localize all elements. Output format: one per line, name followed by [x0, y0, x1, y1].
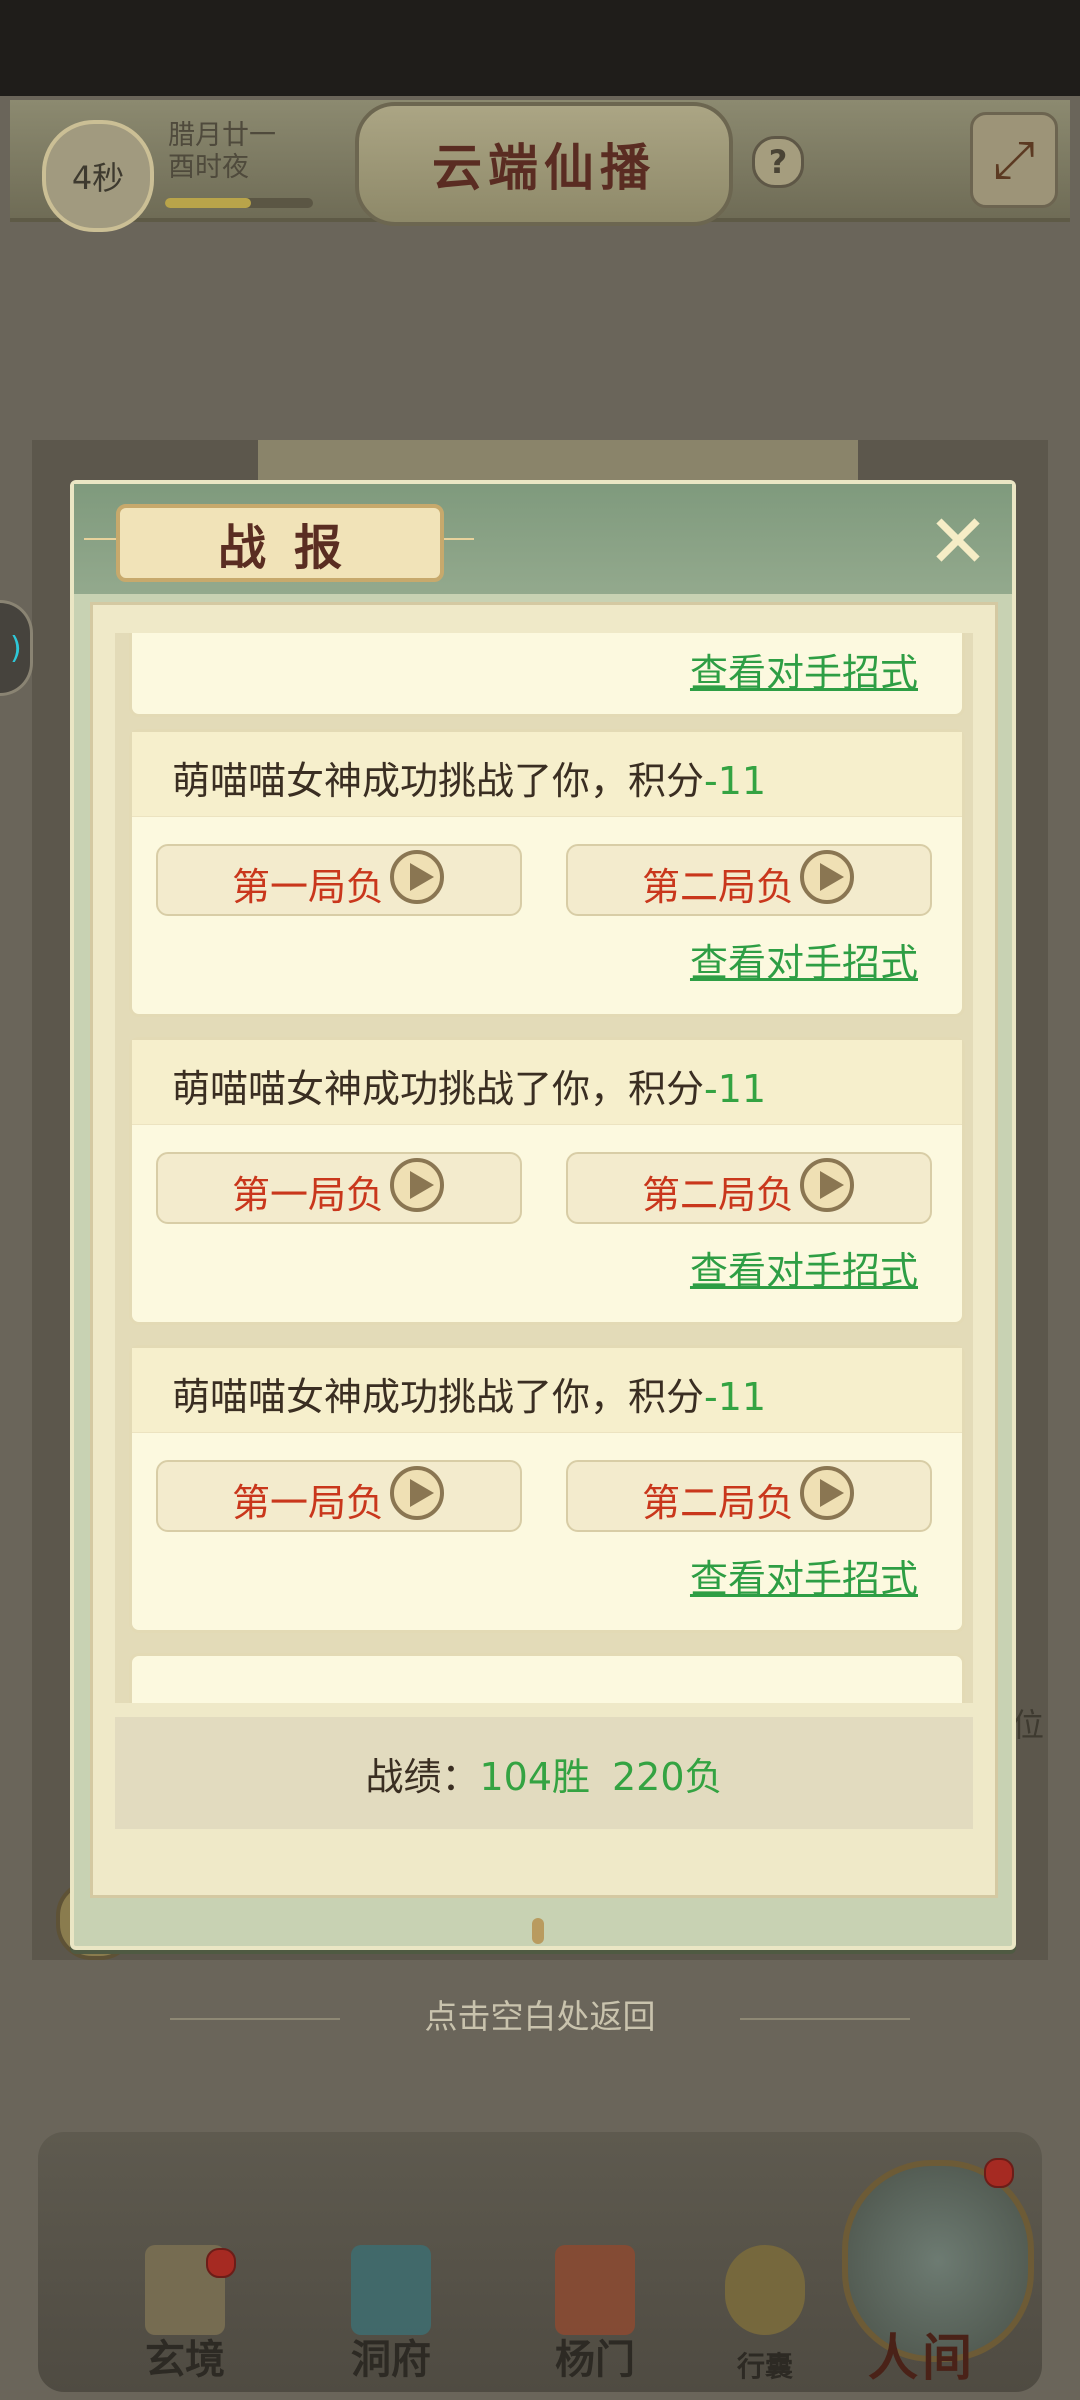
- view-opponent-moves-link[interactable]: 查看对手招式: [690, 932, 918, 987]
- report-text: 萌喵喵女神成功挑战了你，积分-11: [172, 1375, 767, 1419]
- play-icon: [390, 1466, 444, 1520]
- round-2-result: 第二局负: [642, 1481, 795, 1525]
- timer-badge: 4秒: [42, 120, 154, 232]
- play-icon: [800, 1466, 854, 1520]
- report-card: 萌喵喵女神成功挑战了你，积分-11 第一局负 第二局负 查看对手招式: [129, 729, 965, 1017]
- round-2-result: 第二局负: [642, 865, 795, 909]
- report-card: 萌喵喵女神成功挑战了你，积分-11 第一局负 第二局负 查看对手招式: [129, 1037, 965, 1325]
- dialog-body: 查看对手招式 萌喵喵女神成功挑战了你，积分-11 第一局负 第二局负 查看对手招…: [90, 602, 998, 1898]
- view-opponent-moves-link[interactable]: 查看对手招式: [690, 1548, 918, 1603]
- report-card-partial: [129, 1653, 965, 1703]
- tag-ornament: [84, 538, 118, 540]
- date-line-1: 腊月廿一: [168, 120, 276, 151]
- nav-item-yangmen[interactable]: 杨门: [530, 2245, 660, 2385]
- report-text: 萌喵喵女神成功挑战了你，积分-11: [172, 759, 767, 803]
- return-hint[interactable]: 点击空白处返回: [0, 1990, 1080, 2038]
- record-wins: 104胜: [479, 1754, 590, 1799]
- round-1-replay-button[interactable]: 第一局负: [156, 1460, 522, 1532]
- round-2-result: 第二局负: [642, 1173, 795, 1217]
- nav-label-main: 人间: [868, 2328, 976, 2387]
- play-icon: [800, 1158, 854, 1212]
- tag-ornament: [440, 538, 474, 540]
- round-1-replay-button[interactable]: 第一局负: [156, 844, 522, 916]
- notification-dot: [984, 2158, 1014, 2188]
- score-change: -11: [704, 1067, 767, 1111]
- view-opponent-moves-link[interactable]: 查看对手招式: [690, 642, 918, 697]
- nav-label: 杨门: [555, 2336, 635, 2383]
- score-change: -11: [704, 1375, 767, 1419]
- date-line-2: 酉时夜: [168, 152, 249, 183]
- time-progress-fill: [165, 198, 251, 208]
- report-text: 萌喵喵女神成功挑战了你，积分-11: [172, 1067, 767, 1111]
- view-opponent-moves-link[interactable]: 查看对手招式: [690, 1240, 918, 1295]
- report-card-header: 萌喵喵女神成功挑战了你，积分-11: [132, 732, 962, 817]
- round-1-result: 第一局负: [232, 1481, 385, 1525]
- nav-label: 洞府: [351, 2336, 431, 2383]
- game-date: 腊月廿一 酉时夜: [168, 120, 276, 184]
- nav-item-dongfu[interactable]: 洞府: [326, 2245, 456, 2385]
- report-card-header: 萌喵喵女神成功挑战了你，积分-11: [132, 1040, 962, 1125]
- pavilion-icon: [351, 2245, 431, 2335]
- nav-label: 行囊: [736, 2350, 793, 2383]
- record-losses: 220负: [612, 1754, 723, 1799]
- report-card-partial: 查看对手招式: [129, 633, 965, 717]
- battle-report-dialog: 战报 ✕ 查看对手招式 萌喵喵女神成功挑战了你，积分-11 第一局负 第二局负: [70, 480, 1016, 1950]
- round-2-replay-button[interactable]: 第二局负: [566, 844, 932, 916]
- side-tab-icon: ): [10, 631, 22, 666]
- round-1-result: 第一局负: [232, 1173, 385, 1217]
- nav-item-xingnang[interactable]: 行囊: [700, 2245, 830, 2385]
- score-change: -11: [704, 759, 767, 803]
- status-bar: [0, 0, 1080, 96]
- round-2-replay-button[interactable]: 第二局负: [566, 1460, 932, 1532]
- nav-label: 玄境: [145, 2336, 225, 2383]
- bag-icon: [725, 2245, 805, 2335]
- dialog-pin: [532, 1918, 544, 1944]
- report-list[interactable]: 查看对手招式 萌喵喵女神成功挑战了你，积分-11 第一局负 第二局负 查看对手招…: [115, 633, 973, 1703]
- notification-dot: [206, 2248, 236, 2278]
- play-icon: [390, 1158, 444, 1212]
- round-2-replay-button[interactable]: 第二局负: [566, 1152, 932, 1224]
- time-progress-bar: [165, 198, 313, 208]
- report-card: 萌喵喵女神成功挑战了你，积分-11 第一局负 第二局负 查看对手招式: [129, 1345, 965, 1633]
- round-1-result: 第一局负: [232, 865, 385, 909]
- banner-icon: [555, 2245, 635, 2335]
- play-icon: [800, 850, 854, 904]
- report-card-header: 萌喵喵女神成功挑战了你，积分-11: [132, 1348, 962, 1433]
- play-icon: [390, 850, 444, 904]
- round-1-replay-button[interactable]: 第一局负: [156, 1152, 522, 1224]
- record-label: 战绩：: [365, 1754, 480, 1799]
- help-icon[interactable]: ?: [752, 136, 804, 188]
- battle-record: 战绩： 104胜 220负: [115, 1717, 973, 1829]
- expand-icon[interactable]: ⤢: [970, 112, 1058, 208]
- dialog-title: 战报: [116, 504, 444, 582]
- page-title: 云端仙播: [355, 102, 733, 226]
- background-label: 位: [1012, 1706, 1045, 1744]
- close-icon[interactable]: ✕: [924, 505, 992, 579]
